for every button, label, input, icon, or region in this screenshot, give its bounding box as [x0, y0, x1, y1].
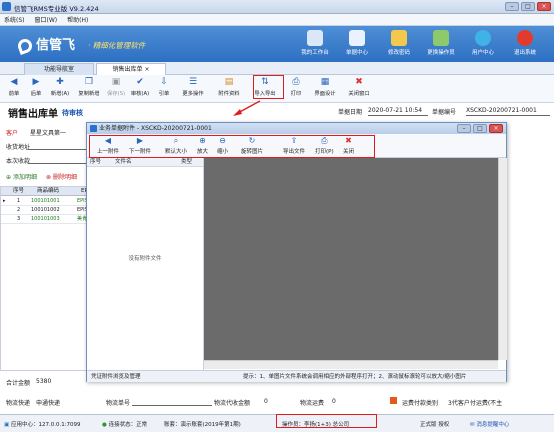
annotation-arrow	[233, 100, 261, 116]
